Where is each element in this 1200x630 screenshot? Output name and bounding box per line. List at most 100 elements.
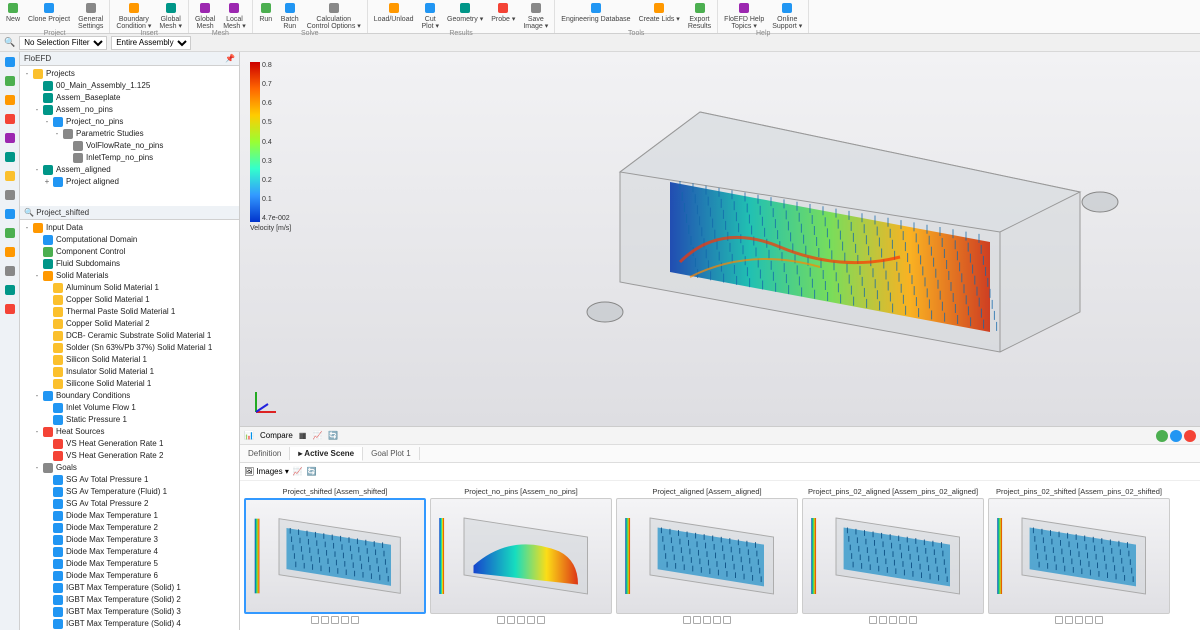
geom-ribbon-button[interactable]: Geometry ▾ [444,1,486,23]
tree-node[interactable]: SG Av Temperature (Fluid) 1 [22,486,237,498]
tree-node[interactable]: Diode Max Temperature 5 [22,558,237,570]
boundary-ribbon-button[interactable]: BoundaryCondition ▾ [113,1,154,30]
toolstrip-button-0[interactable] [2,54,18,70]
tree-node[interactable]: Static Pressure 1 [22,414,237,426]
tree-node[interactable]: -Assem_no_pins [22,104,237,116]
toolstrip-button-9[interactable] [2,225,18,241]
tree-node[interactable]: IGBT Max Temperature (Solid) 4 [22,618,237,630]
cut-ribbon-button[interactable]: CutPlot ▾ [418,1,442,30]
toolstrip-button-5[interactable] [2,149,18,165]
save-ribbon-button[interactable]: SaveImage ▾ [520,1,551,30]
expand-icon[interactable]: - [22,222,32,234]
tree-node[interactable]: -Heat Sources [22,426,237,438]
subtoolbar-btn-1[interactable]: 📈 [293,467,303,476]
globe-ribbon-button[interactable]: GlobalMesh ▾ [156,1,185,30]
tab-definition[interactable]: Definition [240,447,290,460]
mesh-ribbon-button[interactable]: GlobalMesh [192,1,218,30]
tree-node[interactable]: Inlet Volume Flow 1 [22,402,237,414]
tree-node[interactable]: Copper Solid Material 2 [22,318,237,330]
scene-thumbnail[interactable]: Project_shifted [Assem_shifted] [244,485,426,626]
tree-node[interactable]: Component Control [22,246,237,258]
clone-ribbon-button[interactable]: Clone Project [25,1,73,23]
tab-active-scene[interactable]: ▸ Active Scene [290,447,363,461]
tree-node[interactable]: Diode Max Temperature 4 [22,546,237,558]
calc-ribbon-button[interactable]: CalculationControl Options ▾ [304,1,364,30]
tree-node[interactable]: Silicon Solid Material 1 [22,354,237,366]
tree-node[interactable]: SG Av Total Pressure 1 [22,474,237,486]
expand-icon[interactable]: - [32,426,42,438]
tree-node[interactable]: IGBT Max Temperature (Solid) 1 [22,582,237,594]
toolstrip-button-4[interactable] [2,130,18,146]
expand-icon[interactable]: - [42,116,52,128]
subtoolbar-btn-2[interactable]: 🔄 [307,467,317,476]
tree-node[interactable]: Thermal Paste Solid Material 1 [22,306,237,318]
tree-node[interactable]: Diode Max Temperature 2 [22,522,237,534]
tree-node[interactable]: VS Heat Generation Rate 2 [22,450,237,462]
probe-ribbon-button[interactable]: Probe ▾ [488,1,518,23]
panel-pin-icon[interactable]: 📌 [225,54,235,63]
tree-node[interactable]: VS Heat Generation Rate 1 [22,438,237,450]
tree-node[interactable]: -Assem_aligned [22,164,237,176]
scene-thumbnail[interactable]: Project_pins_02_aligned [Assem_pins_02_a… [802,485,984,626]
toolstrip-button-2[interactable] [2,92,18,108]
scene-thumbnail[interactable]: Project_aligned [Assem_aligned] [616,485,798,626]
new-ribbon-button[interactable]: New [3,1,23,23]
expand-icon[interactable]: - [32,104,42,116]
export-ribbon-button[interactable]: ExportResults [685,1,714,30]
selection-filter-dropdown[interactable]: No Selection Filter [19,36,107,50]
tree-node[interactable]: InletTemp_no_pins [22,152,237,164]
expand-icon[interactable]: - [32,462,42,474]
load-ribbon-button[interactable]: Load/Unload [371,1,417,23]
meshlocal-ribbon-button[interactable]: LocalMesh ▾ [220,1,249,30]
expand-icon[interactable]: - [22,68,32,80]
tree-node[interactable]: SG Av Total Pressure 2 [22,498,237,510]
tree-node[interactable]: -Projects [22,68,237,80]
compare-btn-grid[interactable]: ▦ [299,431,307,440]
tree-node[interactable]: Fluid Subdomains [22,258,237,270]
tree-node[interactable]: -Boundary Conditions [22,390,237,402]
help-ribbon-button[interactable]: FloEFD HelpTopics ▾ [721,1,767,30]
toolstrip-button-6[interactable] [2,168,18,184]
compare-btn-refresh[interactable]: 🔄 [328,431,338,440]
tree-node[interactable]: -Parametric Studies [22,128,237,140]
scene-thumbnail[interactable]: Project_pins_02_shifted [Assem_pins_02_s… [988,485,1170,626]
tree-node[interactable]: IGBT Max Temperature (Solid) 2 [22,594,237,606]
3d-viewport[interactable]: 0.80.70.60.50.40.30.20.14.7e-002 Velocit… [240,52,1200,426]
expand-icon[interactable]: - [52,128,62,140]
tree-node[interactable]: Computational Domain [22,234,237,246]
tree-node[interactable]: DCB- Ceramic Substrate Solid Material 1 [22,330,237,342]
batch-ribbon-button[interactable]: BatchRun [278,1,302,30]
toolstrip-button-11[interactable] [2,263,18,279]
tree-node[interactable]: -Goals [22,462,237,474]
expand-icon[interactable]: + [42,176,52,188]
tree-node[interactable]: Insulator Solid Material 1 [22,366,237,378]
ok-icon[interactable] [1156,430,1168,442]
tree-node[interactable]: Solder (Sn 63%/Pb 37%) Solid Material 1 [22,342,237,354]
tree-node[interactable]: Aluminum Solid Material 1 [22,282,237,294]
expand-icon[interactable]: - [32,270,42,282]
scene-thumbnail[interactable]: Project_no_pins [Assem_no_pins] [430,485,612,626]
tree-node[interactable]: IGBT Max Temperature (Solid) 3 [22,606,237,618]
tree-node[interactable]: -Solid Materials [22,270,237,282]
tree-node[interactable]: Diode Max Temperature 1 [22,510,237,522]
tree-node[interactable]: Diode Max Temperature 3 [22,534,237,546]
toolstrip-button-8[interactable] [2,206,18,222]
tree-subheader[interactable]: 🔍 Project_shifted [20,206,239,220]
toolstrip-button-1[interactable] [2,73,18,89]
compare-btn-chart[interactable]: 📈 [312,431,322,440]
toolstrip-button-3[interactable] [2,111,18,127]
tree-node[interactable]: -Project_no_pins [22,116,237,128]
tab-goal-plot-1[interactable]: Goal Plot 1 [363,447,420,460]
tree-node[interactable]: Copper Solid Material 1 [22,294,237,306]
images-dropdown[interactable]: 🖼 Images ▾ [244,467,289,476]
tree-node[interactable]: +Project aligned [22,176,237,188]
toolstrip-button-7[interactable] [2,187,18,203]
support-ribbon-button[interactable]: OnlineSupport ▾ [769,1,805,30]
lids-ribbon-button[interactable]: Create Lids ▾ [636,1,683,23]
toolstrip-button-10[interactable] [2,244,18,260]
assembly-filter-dropdown[interactable]: Entire Assembly [111,36,191,50]
tree-node[interactable]: Assem_Baseplate [22,92,237,104]
axis-triad[interactable] [248,384,284,420]
run-ribbon-button[interactable]: Run [256,1,276,23]
db-ribbon-button[interactable]: Engineering Database [558,1,633,23]
